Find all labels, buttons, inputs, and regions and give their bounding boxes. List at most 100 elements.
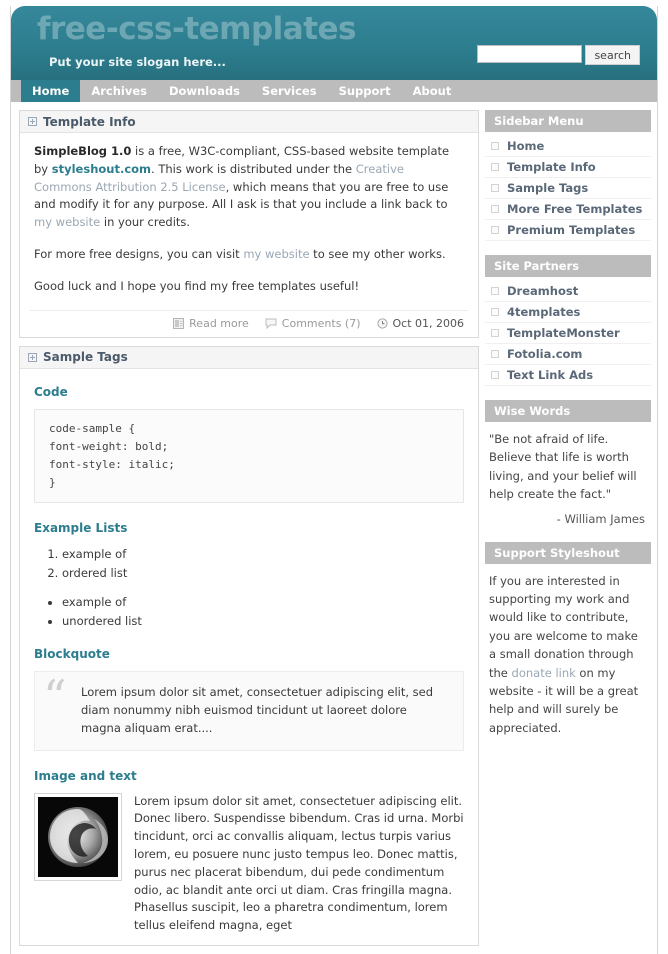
image-paragraph: Lorem ipsum dolor sit amet, consectetuer… <box>134 793 464 933</box>
search-input[interactable] <box>477 45 583 63</box>
post-body: SimpleBlog 1.0 is a free, W3C-compliant,… <box>20 133 478 306</box>
unordered-list: example of unordered list <box>34 593 464 631</box>
firefox-logo-icon <box>38 796 118 877</box>
list-item: example of <box>62 545 464 564</box>
ordered-list: example of ordered list <box>34 545 464 583</box>
sidebar-item-label: TemplateMonster <box>507 326 620 340</box>
sidebar-item-label: 4templates <box>507 305 581 319</box>
bullet-square-icon <box>491 184 499 192</box>
post-body: Code code-sample { font-weight: bold; fo… <box>20 369 478 945</box>
sidebar-item-fotolia[interactable]: Fotolia.com <box>485 344 651 365</box>
sidebar-item-dreamhost[interactable]: Dreamhost <box>485 281 651 302</box>
post-title-text: Template Info <box>43 114 136 129</box>
post-template-info: Template Info SimpleBlog 1.0 is a free, … <box>19 110 479 338</box>
bullet-square-icon <box>491 308 499 316</box>
heading-example-lists: Example Lists <box>34 521 128 536</box>
bullet-square-icon <box>491 350 499 358</box>
search-form: search <box>477 45 640 65</box>
sidebar-item-label: Premium Templates <box>507 223 636 237</box>
bullet-square-icon <box>491 226 499 234</box>
sidebar-partners-block: Site Partners Dreamhost 4templates Templ… <box>485 255 651 386</box>
nav-item-archives[interactable]: Archives <box>80 80 158 102</box>
read-more-link[interactable]: Read more <box>173 317 249 330</box>
post-title-bar: Template Info <box>20 111 478 133</box>
search-button[interactable]: search <box>585 45 640 65</box>
sidebar-item-home[interactable]: Home <box>485 136 651 157</box>
list-item: unordered list <box>62 612 464 631</box>
sidebar-item-label: Template Info <box>507 160 596 174</box>
sidebar-menu-list: Home Template Info Sample Tags More Free… <box>485 136 651 241</box>
bullet-square-icon <box>491 163 499 171</box>
sidebar-item-label: More Free Templates <box>507 202 643 216</box>
sidebar-item-label: Sample Tags <box>507 181 589 195</box>
firefox-logo-image <box>38 796 118 877</box>
list-item: ordered list <box>62 564 464 583</box>
text-frag-2: . This work is distributed under the <box>151 161 356 176</box>
bullet-square-icon <box>491 329 499 337</box>
sidebar-item-4templates[interactable]: 4templates <box>485 302 651 323</box>
nav-item-services[interactable]: Services <box>251 80 328 102</box>
sidebar-wise-words-block: Wise Words "Be not afraid of life. Belie… <box>485 400 651 526</box>
bullet-square-icon <box>491 142 499 150</box>
sidebar-partners-list: Dreamhost 4templates TemplateMonster Fot… <box>485 281 651 386</box>
comment-bubble-icon <box>265 318 277 329</box>
heading-blockquote: Blockquote <box>34 647 110 662</box>
document-icon <box>173 317 185 329</box>
sidebar-item-more-free-templates[interactable]: More Free Templates <box>485 199 651 220</box>
clock-icon <box>376 318 388 329</box>
expand-box-icon <box>28 117 37 126</box>
nav-item-about[interactable]: About <box>402 80 463 102</box>
sidebar-wise-title: Wise Words <box>485 400 651 422</box>
heading-code: Code <box>34 384 68 399</box>
comments-link[interactable]: Comments (7) <box>265 317 361 330</box>
sidebar-item-templatemonster[interactable]: TemplateMonster <box>485 323 651 344</box>
sidebar-support-block: Support Styleshout If you are interested… <box>485 541 651 738</box>
sidebar-menu-title: Sidebar Menu <box>485 110 651 132</box>
site-slogan: Put your site slogan here... <box>49 55 226 69</box>
code-text: code-sample { font-weight: bold; font-st… <box>49 421 175 490</box>
bullet-square-icon <box>491 371 499 379</box>
wise-quote: "Be not afraid of life. Believe that lif… <box>489 432 637 502</box>
sidebar-item-sample-tags[interactable]: Sample Tags <box>485 178 651 199</box>
sidebar-item-text-link-ads[interactable]: Text Link Ads <box>485 365 651 386</box>
sidebar-item-label: Text Link Ads <box>507 368 594 382</box>
donate-link[interactable]: donate link <box>512 666 576 680</box>
post-date-label: Oct 01, 2006 <box>392 316 465 330</box>
sidebar-item-premium-templates[interactable]: Premium Templates <box>485 220 651 241</box>
link-my-website-1[interactable]: my website <box>34 215 100 229</box>
comments-label: Comments (7) <box>281 316 361 330</box>
sidebar-item-template-info[interactable]: Template Info <box>485 157 651 178</box>
text-frag-6: to see my other works. <box>309 247 446 262</box>
post-title-bar: Sample Tags <box>20 346 478 369</box>
nav-item-home[interactable]: Home <box>21 80 81 102</box>
paragraph-intro: SimpleBlog 1.0 is a free, W3C-compliant,… <box>34 143 464 232</box>
nav-item-downloads[interactable]: Downloads <box>158 80 251 102</box>
thumbnail-frame <box>34 792 122 881</box>
image-text-block: Lorem ipsum dolor sit amet, consectetuer… <box>34 792 464 942</box>
blockquote: Lorem ipsum dolor sit amet, consectetuer… <box>34 671 464 751</box>
paragraph-goodluck: Good luck and I hope you find my free te… <box>34 278 360 293</box>
wise-attribution: - William James <box>556 511 645 526</box>
product-name: SimpleBlog 1.0 <box>34 144 132 158</box>
post-title-text: Sample Tags <box>43 350 128 365</box>
site-logo: free-css-templates <box>37 11 357 47</box>
post-date: Oct 01, 2006 <box>376 316 465 330</box>
text-frag-4: in your credits. <box>100 215 191 230</box>
sidebar-menu-block: Sidebar Menu Home Template Info Sample T… <box>485 110 651 241</box>
link-my-website-2[interactable]: my website <box>243 247 309 261</box>
nav-item-support[interactable]: Support <box>328 80 402 102</box>
link-styleshout[interactable]: styleshout.com <box>52 162 151 176</box>
post-meta: Read more Comments (7) Oct 01, 2006 <box>30 309 468 337</box>
code-block: code-sample { font-weight: bold; font-st… <box>34 408 464 504</box>
bullet-square-icon <box>491 287 499 295</box>
post-sample-tags: Sample Tags Code code-sample { font-weig… <box>19 345 479 947</box>
list-item: example of <box>62 593 464 612</box>
sidebar-item-label: Home <box>507 139 545 153</box>
paragraph-more-designs: For more free designs, you can visit my … <box>34 246 464 264</box>
support-text-a: If you are interested in supporting my w… <box>489 573 638 680</box>
sidebar-item-label: Fotolia.com <box>507 347 583 361</box>
text-frag-5: For more free designs, you can visit <box>34 247 244 262</box>
support-text: If you are interested in supporting my w… <box>485 568 651 738</box>
read-more-label: Read more <box>189 316 249 330</box>
main-navigation: Home Archives Downloads Services Support… <box>11 80 657 102</box>
